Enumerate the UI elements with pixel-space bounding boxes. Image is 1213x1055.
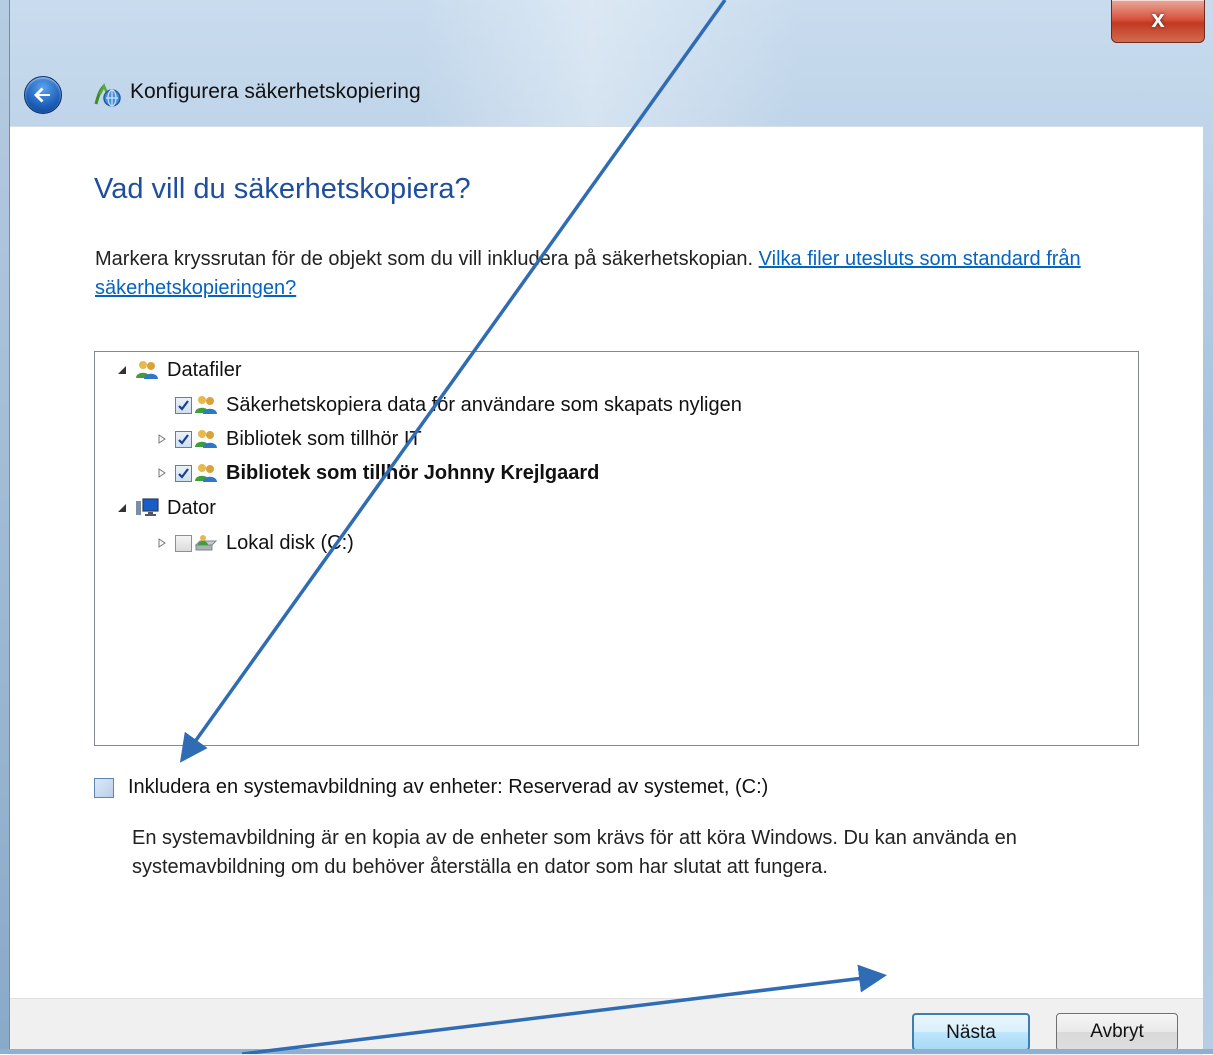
collapse-triangle-icon[interactable] xyxy=(115,501,129,515)
system-image-checkbox[interactable] xyxy=(94,777,114,798)
tree-item-libraries-it[interactable]: Bibliotek som tillhör IT xyxy=(155,423,422,455)
tree-item-local-disk[interactable]: Lokal disk (C:) xyxy=(155,527,354,559)
tree-item-label: Säkerhetskopiera data för användare som … xyxy=(226,393,742,416)
users-icon xyxy=(195,396,217,414)
libraries-johnny-checkbox[interactable] xyxy=(175,464,192,482)
new-users-checkbox[interactable] xyxy=(175,396,192,414)
wizard-content: Vad vill du säkerhetskopiera? Markera kr… xyxy=(10,126,1203,999)
local-disk-icon xyxy=(194,535,218,551)
users-icon xyxy=(136,361,158,379)
check-icon xyxy=(178,467,189,479)
tree-item-libraries-johnny[interactable]: Bibliotek som tillhör Johnny Krejlgaard xyxy=(155,457,599,489)
instructions-label: Markera kryssrutan för de objekt som du … xyxy=(95,248,754,270)
page-heading: Vad vill du säkerhetskopiera? xyxy=(94,173,471,205)
system-image-option[interactable]: Inkludera en systemavbildning av enheter… xyxy=(94,776,768,799)
tree-item-label: Bibliotek som tillhör IT xyxy=(226,427,422,450)
expand-triangle-icon[interactable] xyxy=(155,536,169,550)
tree-item-datafiler[interactable]: Datafiler xyxy=(115,354,241,386)
close-button[interactable]: x xyxy=(1111,0,1205,43)
expand-triangle-icon[interactable] xyxy=(155,466,169,480)
navigation-bar: Konfigurera säkerhetskopiering xyxy=(10,62,1203,126)
tree-item-label: Bibliotek som tillhör Johnny Krejlgaard xyxy=(226,461,600,484)
button-bar: Nästa Avbryt xyxy=(10,998,1203,1055)
libraries-it-checkbox[interactable] xyxy=(175,430,192,448)
window-title: Konfigurera säkerhetskopiering xyxy=(130,80,421,103)
system-image-label: Inkludera en systemavbildning av enheter… xyxy=(128,776,769,798)
backup-items-tree[interactable]: Datafiler Säkerhetskopiera data för anvä… xyxy=(94,351,1139,746)
tree-item-new-users[interactable]: Säkerhetskopiera data för användare som … xyxy=(155,389,742,421)
window-bottom-edge xyxy=(0,1049,1213,1054)
back-button[interactable] xyxy=(24,76,62,114)
tree-item-label: Lokal disk (C:) xyxy=(226,531,354,554)
backup-app-icon xyxy=(94,83,121,107)
users-icon xyxy=(195,464,217,482)
system-image-description: En systemavbildning är en kopia av de en… xyxy=(132,827,1017,878)
tree-item-dator[interactable]: Dator xyxy=(115,492,216,524)
check-icon xyxy=(178,399,189,411)
back-arrow-icon xyxy=(34,87,50,103)
local-disk-checkbox[interactable] xyxy=(175,534,192,552)
collapse-triangle-icon[interactable] xyxy=(115,363,129,377)
window-left-edge xyxy=(0,0,10,1054)
check-icon xyxy=(178,433,189,445)
next-button[interactable]: Nästa xyxy=(912,1013,1030,1051)
tree-item-label: Dator xyxy=(167,496,216,519)
expand-triangle-icon[interactable] xyxy=(155,432,169,446)
users-icon xyxy=(195,430,217,448)
tree-item-label: Datafiler xyxy=(167,358,242,381)
cancel-button[interactable]: Avbryt xyxy=(1056,1013,1178,1051)
instructions-text: Markera kryssrutan för de objekt som du … xyxy=(95,245,1105,303)
computer-icon xyxy=(136,498,159,516)
close-glyph: x xyxy=(1151,6,1165,33)
